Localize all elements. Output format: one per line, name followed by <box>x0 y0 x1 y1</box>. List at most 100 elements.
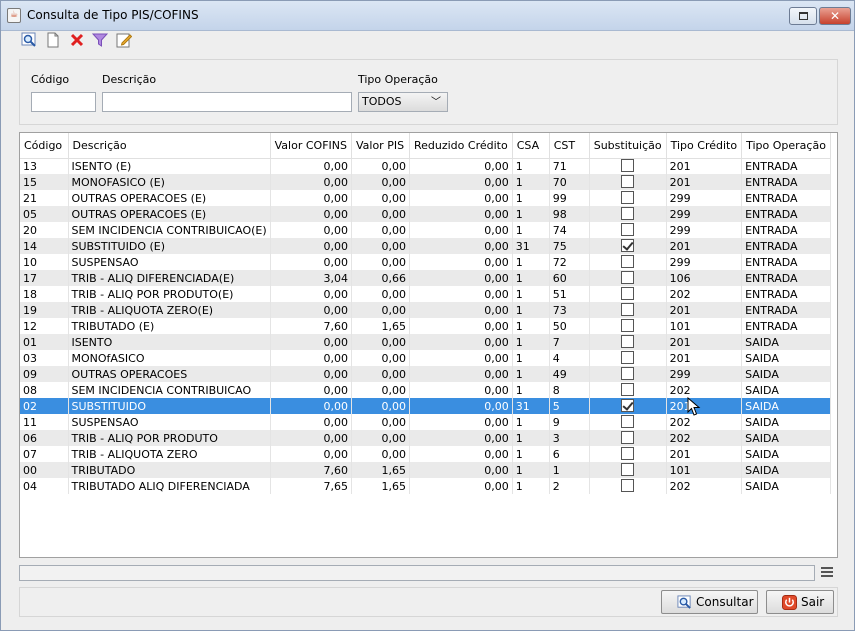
substituicao-checkbox[interactable] <box>621 287 635 300</box>
table-row[interactable]: 19 TRIB - ALIQUOTA ZERO(E) 0,00 0,00 0,00 1 73… <box>20 302 831 318</box>
substituicao-checkbox[interactable] <box>621 239 635 252</box>
table-cell: 3 <box>549 430 590 446</box>
substituicao-cell <box>589 318 667 334</box>
substituicao-checkbox[interactable] <box>621 367 635 380</box>
table-cell: 0,00 <box>409 382 513 398</box>
table-cell: SAIDA <box>741 350 831 366</box>
codigo-input[interactable] <box>31 92 96 112</box>
column-header[interactable]: Valor PIS <box>351 133 410 159</box>
table-cell: 0,00 <box>351 158 410 174</box>
substituicao-checkbox[interactable] <box>621 383 635 396</box>
substituicao-checkbox[interactable] <box>621 175 635 188</box>
close-button[interactable]: ✕ <box>819 7 851 25</box>
table-cell: 0,00 <box>351 414 410 430</box>
column-header[interactable]: Código <box>20 133 69 159</box>
hamburger-menu-icon[interactable] <box>821 567 833 579</box>
table-cell: SEM INCIDENCIA CONTRIBUICAO(E) <box>68 222 271 238</box>
substituicao-checkbox[interactable] <box>621 159 635 173</box>
filter-panel: Código Descrição Tipo Operação TODOS ﹀ <box>19 59 838 125</box>
table-row[interactable]: 14 SUBSTITUIDO (E) 0,00 0,00 0,00 31 75 201 ENTR… <box>20 238 831 254</box>
consultar-button[interactable]: Consultar <box>661 590 758 614</box>
filter-icon[interactable] <box>92 32 108 48</box>
table-row[interactable]: 08 SEM INCIDENCIA CONTRIBUICAO 0,00 0,00 0,0… <box>20 382 831 398</box>
column-header[interactable]: CST <box>549 133 590 159</box>
table-row[interactable]: 01 ISENTO 0,00 0,00 0,00 1 7 201 SAIDA <box>20 334 831 350</box>
substituicao-checkbox[interactable] <box>621 479 635 492</box>
substituicao-checkbox[interactable] <box>621 351 635 364</box>
table-row[interactable]: 20 SEM INCIDENCIA CONTRIBUICAO(E) 0,00 0,00… <box>20 222 831 238</box>
edit-icon[interactable] <box>116 32 132 48</box>
table-cell: 0,00 <box>409 238 513 254</box>
table-row[interactable]: 13 ISENTO (E) 0,00 0,00 0,00 1 71 201 ENTRADA <box>20 158 831 174</box>
substituicao-checkbox[interactable] <box>621 415 635 428</box>
table-row[interactable]: 21 OUTRAS OPERACOES (E) 0,00 0,00 0,00 1 99 299… <box>20 190 831 206</box>
table-row[interactable]: 07 TRIB - ALIQUOTA ZERO 0,00 0,00 0,00 1 6 201 S… <box>20 446 831 462</box>
table-cell: 106 <box>666 270 743 286</box>
substituicao-checkbox[interactable] <box>621 431 635 444</box>
column-header[interactable]: Valor COFINS <box>270 133 352 159</box>
table-cell: 14 <box>20 238 69 254</box>
table-cell: ENTRADA <box>741 318 831 334</box>
table-cell: 0,00 <box>270 174 352 190</box>
tipo-operacao-select[interactable]: TODOS ﹀ <box>358 92 448 112</box>
substituicao-checkbox[interactable] <box>621 191 635 204</box>
table-row[interactable]: 05 OUTRAS OPERACOES (E) 0,00 0,00 0,00 1 98 299… <box>20 206 831 222</box>
bottom-button-panel: Consultar Sair <box>19 587 838 617</box>
table-cell: ENTRADA <box>741 238 831 254</box>
table-cell: 75 <box>549 238 590 254</box>
table-cell: 1 <box>512 478 550 494</box>
table-cell: 1 <box>512 222 550 238</box>
substituicao-checkbox[interactable] <box>621 207 635 220</box>
substituicao-checkbox[interactable] <box>621 303 635 316</box>
table-row[interactable]: 03 MONOfASICO 0,00 0,00 0,00 1 4 201 SAIDA <box>20 350 831 366</box>
table-cell: 1 <box>512 446 550 462</box>
table-cell: SUBSTITUIDO (E) <box>68 238 271 254</box>
table-row[interactable]: 02 SUBSTITUIDO 0,00 0,00 0,00 31 5 201 SAIDA <box>20 398 831 414</box>
substituicao-checkbox[interactable] <box>621 223 635 236</box>
table-cell: 70 <box>549 174 590 190</box>
substituicao-checkbox[interactable] <box>621 335 635 348</box>
table-row[interactable]: 18 TRIB - ALIQ POR PRODUTO(E) 0,00 0,00 0,00… <box>20 286 831 302</box>
substituicao-checkbox[interactable] <box>621 463 635 476</box>
table-cell: ENTRADA <box>741 286 831 302</box>
table-cell: SEM INCIDENCIA CONTRIBUICAO <box>68 382 271 398</box>
delete-icon[interactable] <box>69 32 85 48</box>
column-header[interactable]: Reduzido Crédito <box>409 133 513 159</box>
sair-button[interactable]: Sair <box>766 590 834 614</box>
table-cell: 1 <box>512 318 550 334</box>
new-document-icon[interactable] <box>45 32 61 48</box>
table-row[interactable]: 00 TRIBUTADO 7,60 1,65 0,00 1 1 101 SAIDA <box>20 462 831 478</box>
table-cell: SAIDA <box>741 366 831 382</box>
substituicao-checkbox[interactable] <box>621 399 635 412</box>
table-row[interactable]: 06 TRIB - ALIQ POR PRODUTO 0,00 0,00 0,00 1 3 2… <box>20 430 831 446</box>
substituicao-checkbox[interactable] <box>621 447 635 460</box>
table-cell: ENTRADA <box>741 222 831 238</box>
substituicao-cell <box>589 190 667 206</box>
table-cell: 0,00 <box>351 382 410 398</box>
table-cell: 00 <box>20 462 69 478</box>
substituicao-checkbox[interactable] <box>621 255 635 268</box>
restore-button[interactable] <box>789 7 817 25</box>
table-cell: OUTRAS OPERACOES <box>68 366 271 382</box>
table-cell: 7,60 <box>270 318 352 334</box>
table-row[interactable]: 09 OUTRAS OPERACOES 0,00 0,00 0,00 1 49 299 SAID… <box>20 366 831 382</box>
column-header[interactable]: Descrição <box>68 133 271 159</box>
substituicao-checkbox[interactable] <box>621 319 635 332</box>
table-row[interactable]: 15 MONOFASICO (E) 0,00 0,00 0,00 1 70 201 ENTRAD… <box>20 174 831 190</box>
table-row[interactable]: 04 TRIBUTADO ALIQ DIFERENCIADA 7,65 1,65 0,0… <box>20 478 831 494</box>
table-row[interactable]: 17 TRIB - ALIQ DIFERENCIADA(E) 3,04 0,66 0,0… <box>20 270 831 286</box>
table-cell: 202 <box>666 414 743 430</box>
table-cell: 1 <box>512 174 550 190</box>
column-header[interactable]: Substituição <box>589 133 667 159</box>
column-header[interactable]: Tipo Operação <box>741 133 831 159</box>
table-row[interactable]: 11 SUSPENSAO 0,00 0,00 0,00 1 9 202 SAIDA <box>20 414 831 430</box>
search-icon[interactable] <box>21 32 37 48</box>
descricao-input[interactable] <box>102 92 352 112</box>
table-cell: 1 <box>512 302 550 318</box>
table-row[interactable]: 12 TRIBUTADO (E) 7,60 1,65 0,00 1 50 101 ENTRADA <box>20 318 831 334</box>
table-row[interactable]: 10 SUSPENSAO 0,00 0,00 0,00 1 72 299 ENTRADA <box>20 254 831 270</box>
substituicao-checkbox[interactable] <box>621 271 635 284</box>
column-header[interactable]: Tipo Crédito <box>666 133 743 159</box>
results-table-panel[interactable]: Código Descrição Valor COFINS Valor PIS Redu… <box>19 132 838 558</box>
column-header[interactable]: CSA <box>512 133 550 159</box>
